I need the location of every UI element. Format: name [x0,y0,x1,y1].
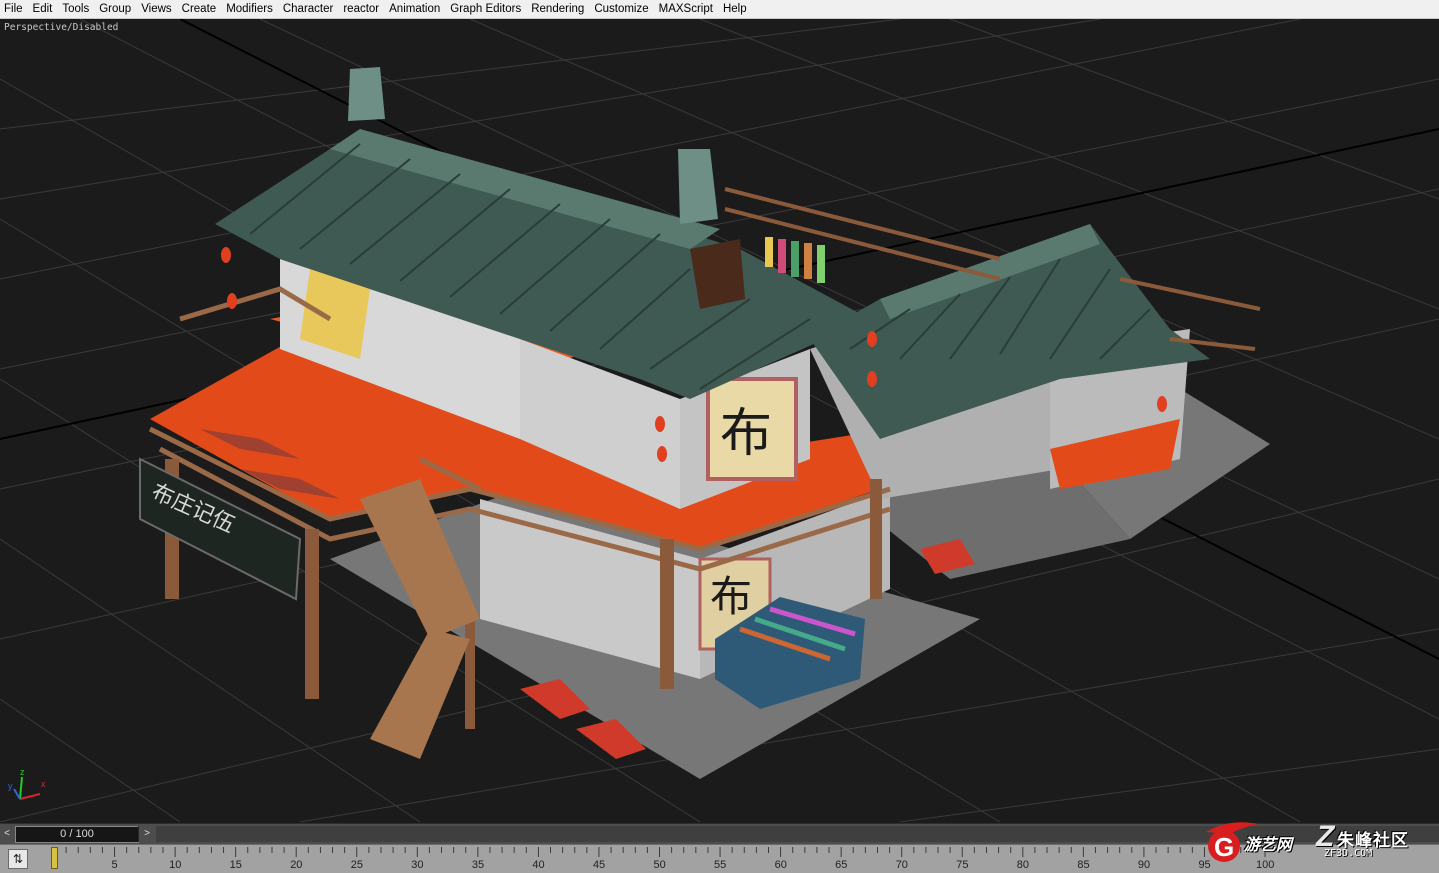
sign-character-lower: 布 [710,572,752,621]
menu-file[interactable]: File [0,0,29,18]
watermark-logo-letter: G [1214,832,1234,862]
key-filter-button[interactable]: ⇅ [8,849,28,869]
watermark: G 游艺网 Z 朱峰社区 ZF3D.COM [1200,814,1436,870]
time-slider-thumb[interactable]: 0 / 100 [15,826,139,843]
menu-views[interactable]: Views [137,0,177,18]
menu-rendering[interactable]: Rendering [527,0,590,18]
menu-create[interactable]: Create [178,0,223,18]
menu-group[interactable]: Group [95,0,137,18]
menu-character[interactable]: Character [279,0,340,18]
menu-bar: File Edit Tools Group Views Create Modif… [0,0,1439,19]
axis-label-x: x [41,779,46,789]
viewport-scene: 布庄记伍 布 布 x z y [0,19,1439,822]
ruler-tick-label: 35 [472,859,484,871]
ruler-tick-label: 85 [1077,859,1089,871]
ruler-tick-label: 20 [290,859,302,871]
watermark-logo-text: 游艺网 [1244,837,1293,854]
menu-customize[interactable]: Customize [590,0,654,18]
menu-reactor[interactable]: reactor [339,0,385,18]
axis-label-z: z [20,767,25,777]
ruler-tick-label: 40 [532,859,544,871]
ruler-tick-label: 55 [714,859,726,871]
sign-character-upper: 布 [720,404,772,464]
menu-graph-editors[interactable]: Graph Editors [446,0,527,18]
ruler-tick-label: 10 [169,859,181,871]
ruler-tick-label: 30 [411,859,423,871]
ruler-tick-label: 70 [896,859,908,871]
ruler-tick-label: 60 [775,859,787,871]
perspective-viewport[interactable]: Perspective/Disabled 布庄记伍 布 布 x z y [0,19,1439,822]
menu-modifiers[interactable]: Modifiers [222,0,279,18]
current-frame-marker[interactable] [51,847,58,869]
axis-label-y: y [8,781,13,791]
watermark-url: ZF3D.COM [1324,848,1373,859]
ruler-tick-label: 80 [1017,859,1029,871]
axis-gizmo-icon [13,776,41,800]
menu-tools[interactable]: Tools [58,0,95,18]
viewport-label[interactable]: Perspective/Disabled [4,22,118,33]
ruler-tick-label: 45 [593,859,605,871]
ruler-tick-label: 15 [230,859,242,871]
ruler-tick-label: 25 [351,859,363,871]
menu-edit[interactable]: Edit [29,0,59,18]
ruler-tick-label: 5 [112,859,118,871]
time-slider-next-button[interactable]: > [138,826,155,842]
menu-help[interactable]: Help [719,0,753,18]
menu-animation[interactable]: Animation [385,0,446,18]
ruler-tick-label: 50 [654,859,666,871]
ruler-tick-label: 75 [956,859,968,871]
ruler-tick-label: 90 [1138,859,1150,871]
ruler-tick-label: 65 [835,859,847,871]
time-slider-prev-button[interactable]: < [0,826,14,842]
menu-maxscript[interactable]: MAXScript [655,0,719,18]
